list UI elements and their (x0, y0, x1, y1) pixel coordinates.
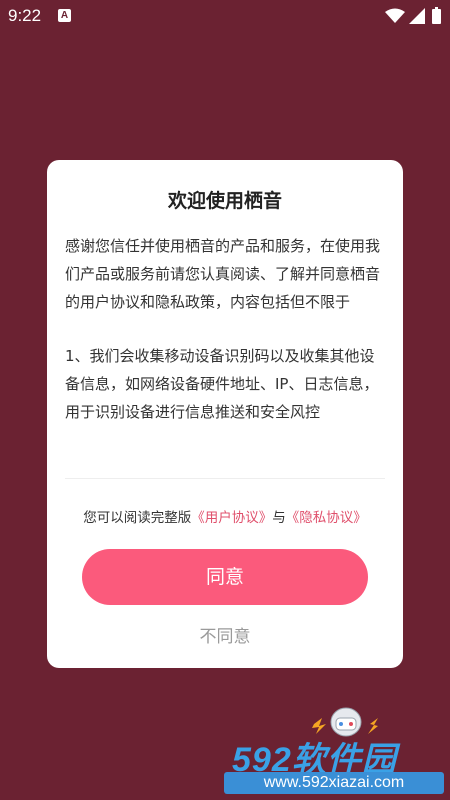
user-agreement-link[interactable]: 《用户协议》 (191, 510, 272, 526)
dialog-paragraph-intro: 感谢您信任并使用栖音的产品和服务，在使用我们产品或服务前请您认真阅读、了解并同意… (65, 237, 381, 311)
status-time: 9:22 (8, 6, 42, 25)
signal-icon (409, 8, 425, 24)
battery-icon (432, 7, 441, 24)
dialog-title: 欢迎使用栖音 (167, 190, 282, 212)
dialog-paragraph-item-1: 1、我们会收集移动设备识别码以及收集其他设备信息，如网络设备硬件地址、IP、日志… (65, 347, 379, 421)
notification-a-icon: A (58, 9, 71, 22)
agreement-joiner: 与 (272, 510, 286, 526)
agreement-prefix: 您可以阅读完整版 (83, 510, 192, 526)
wifi-icon (385, 8, 405, 23)
privacy-dialog: 欢迎使用栖音 感谢您信任并使用栖音的产品和服务，在使用我们产品或服务前请您认真阅… (47, 160, 403, 668)
status-bar: 9:22 A (0, 0, 450, 32)
agree-button[interactable]: 同意 (82, 549, 368, 605)
site-watermark: 592软件园 www.592xiazai.com (224, 732, 450, 800)
dialog-body-scroll[interactable]: 感谢您信任并使用栖音的产品和服务，在使用我们产品或服务前请您认真阅读、了解并同意… (65, 232, 387, 444)
privacy-agreement-link[interactable]: 《隐私协议》 (286, 510, 367, 526)
disagree-button[interactable]: 不同意 (175, 622, 275, 652)
watermark-url: www.592xiazai.com (224, 772, 444, 794)
agreement-line: 您可以阅读完整版《用户协议》与《隐私协议》 (47, 506, 403, 526)
divider (65, 478, 385, 479)
